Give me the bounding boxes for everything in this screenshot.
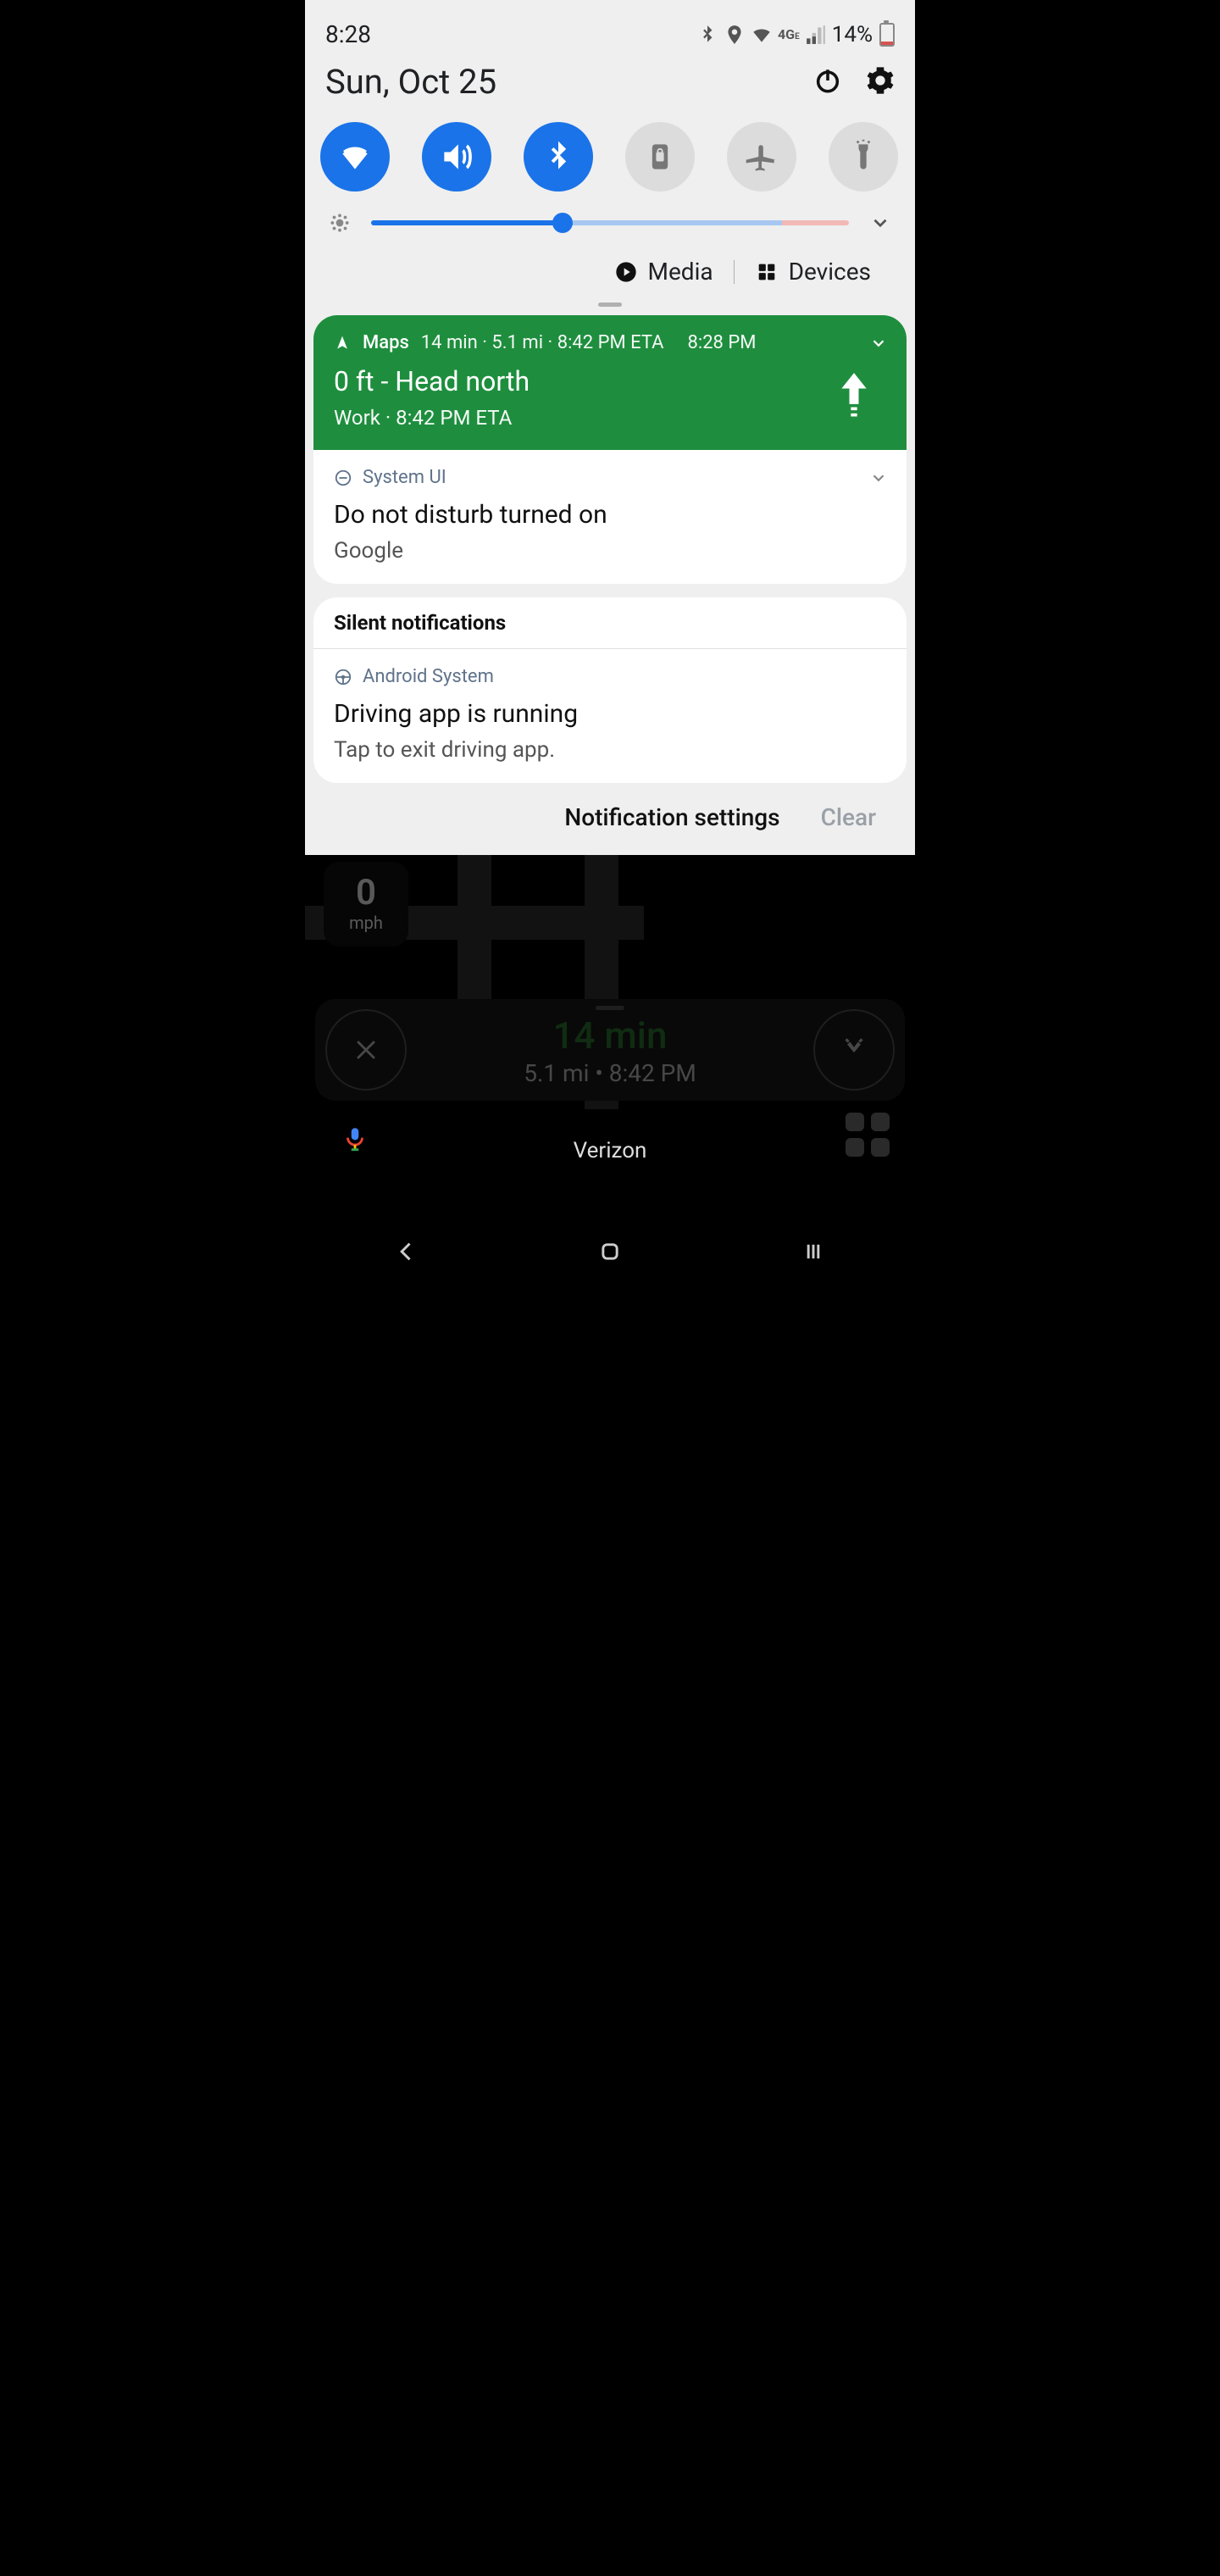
airplane-mode-toggle[interactable] [727,122,796,192]
play-circle-icon [614,260,638,284]
voice-search-button[interactable] [341,1124,369,1157]
airplane-icon [743,138,780,175]
navigation-arrow-icon [334,335,351,352]
android-app-name: Android System [363,666,494,687]
power-icon [813,66,842,95]
close-icon [352,1035,380,1064]
rotation-lock-toggle[interactable] [625,122,695,192]
home-icon [598,1240,622,1263]
media-button[interactable]: Media [594,258,734,286]
notification-settings-button[interactable]: Notification settings [564,803,779,831]
notifications-container: Maps 14 min · 5.1 mi · 8:42 PM ETA 8:28 … [305,315,915,855]
maps-direction: 0 ft - Head north [334,365,886,397]
wifi-icon [336,138,374,175]
battery-icon [879,23,895,47]
shade-handle[interactable] [598,303,622,307]
maps-app-name: Maps [363,332,409,353]
trip-bar-handle[interactable] [596,1006,624,1010]
sound-toggle[interactable] [422,122,491,192]
android-sub: Tap to exit driving app. [334,737,886,763]
settings-button[interactable] [866,66,895,98]
dnd-icon [334,469,352,487]
location-icon [724,24,746,46]
gear-icon [866,66,895,95]
trip-time: 14 min [524,1013,696,1058]
sysui-sub: Google [334,538,886,564]
fork-icon [838,1034,870,1066]
maps-time: 8:28 PM [688,332,757,353]
chevron-down-icon[interactable] [869,334,888,353]
chevron-down-icon[interactable] [869,469,888,487]
grid-icon [755,260,779,284]
date-row: Sun, Oct 25 [305,48,915,102]
date-text[interactable]: Sun, Oct 25 [325,62,496,102]
bluetooth-icon [540,138,577,175]
shade-actions: Notification settings Clear [313,783,907,855]
speaker-icon [438,138,475,175]
status-bar: 8:28 4GE 14% [305,0,915,48]
flashlight-toggle[interactable] [829,122,898,192]
network-type: 4GE [778,26,800,42]
android-title: Driving app is running [334,699,886,729]
alternate-routes-button[interactable] [813,1009,895,1091]
maps-eta: Work · 8:42 PM ETA [334,406,886,430]
expand-button[interactable] [869,212,891,234]
trip-detail: 5.1 mi • 8:42 PM [524,1059,696,1087]
flashlight-icon [845,138,882,175]
app-drawer-button[interactable] [846,1113,890,1157]
signal-icon [805,24,827,46]
recents-icon [801,1240,825,1263]
carrier-label: Verizon [305,1138,915,1169]
brightness-icon [329,212,351,234]
power-button[interactable] [813,66,842,98]
speed-value: 0 [356,875,376,911]
bluetooth-toggle[interactable] [524,122,593,192]
wifi-toggle[interactable] [320,122,390,192]
speed-unit: mph [349,913,383,933]
battery-percent: 14% [832,22,873,47]
sysui-title: Do not disturb turned on [334,500,886,530]
brightness-row [305,192,915,234]
status-time: 8:28 [325,20,371,48]
clear-button[interactable]: Clear [821,803,876,831]
media-label: Media [648,258,713,286]
trip-bar[interactable]: 14 min 5.1 mi • 8:42 PM [315,999,905,1101]
back-button[interactable] [395,1240,419,1267]
bluetooth-icon [696,24,718,46]
media-devices-row: Media Devices [305,234,915,286]
mic-icon [341,1124,369,1153]
arrow-up-icon [835,369,873,417]
notification-card-maps[interactable]: Maps 14 min · 5.1 mi · 8:42 PM ETA 8:28 … [313,315,907,584]
steering-wheel-icon [334,668,352,686]
notification-card-android[interactable]: Android System Driving app is running Ta… [313,649,907,783]
sysui-app-name: System UI [363,467,446,488]
maps-meta: 14 min · 5.1 mi · 8:42 PM ETA [421,332,664,353]
silent-notifications-header: Silent notifications [313,597,907,649]
recent-apps-button[interactable] [801,1240,825,1267]
brightness-slider[interactable] [371,220,849,225]
back-icon [395,1240,419,1263]
home-button[interactable] [598,1240,622,1267]
speedometer: 0 mph [324,862,408,947]
navigation-bar [305,1224,915,1282]
quick-settings-row [305,102,915,192]
wifi-icon [751,24,773,46]
status-icons: 4GE 14% [696,22,895,47]
notification-shade: 8:28 4GE 14% Sun, Oct 25 [305,0,915,855]
devices-button[interactable]: Devices [735,258,891,286]
rotation-lock-icon [641,138,679,175]
close-navigation-button[interactable] [325,1009,407,1091]
notification-card-sysui[interactable]: System UI Do not disturb turned on Googl… [313,450,907,584]
devices-label: Devices [789,258,871,286]
